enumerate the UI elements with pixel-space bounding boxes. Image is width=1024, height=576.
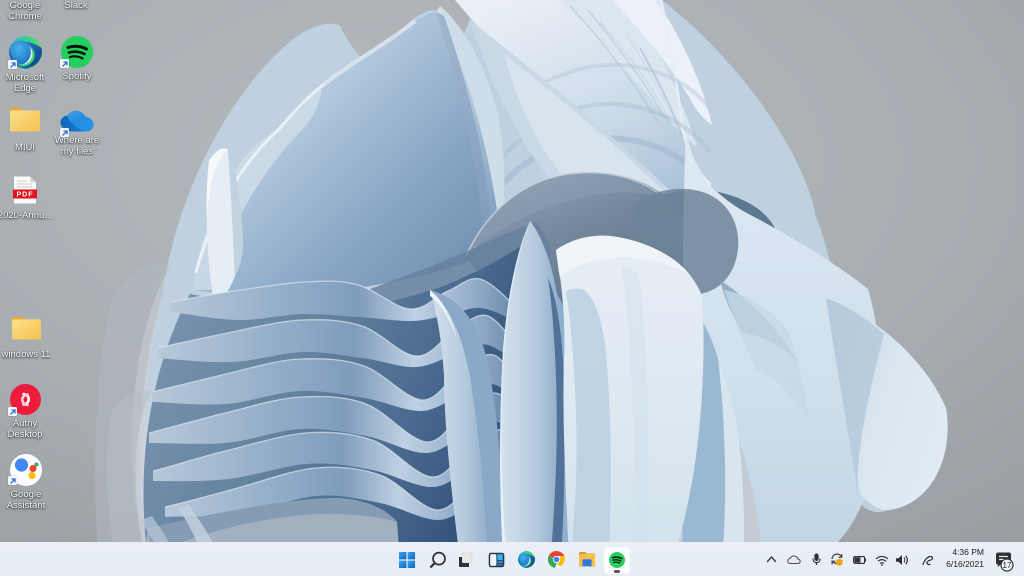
svg-text:PDF: PDF — [17, 192, 34, 199]
svg-text:17: 17 — [1003, 561, 1012, 570]
